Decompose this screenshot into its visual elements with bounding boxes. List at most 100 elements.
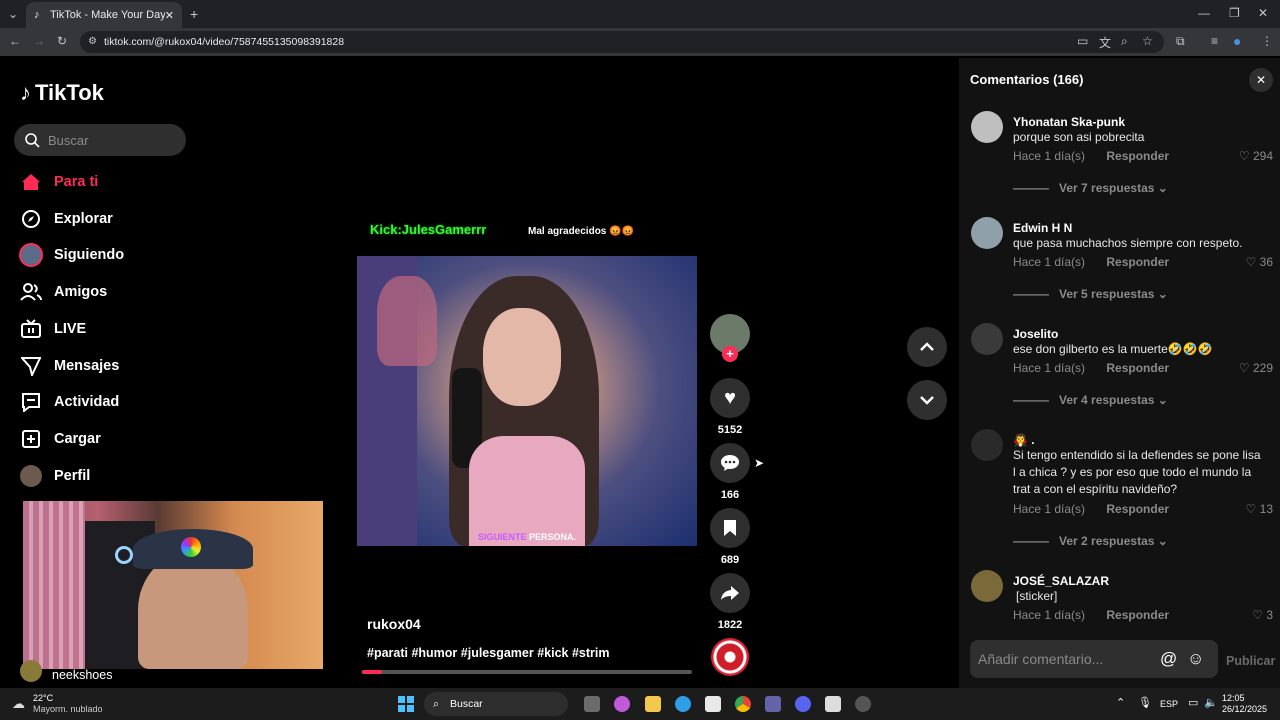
forward-icon[interactable]: → xyxy=(33,34,45,48)
view-replies-button[interactable]: ——— Ver 7 respuestas ⌄ xyxy=(1013,181,1168,195)
commenter-name[interactable]: Edwin H N xyxy=(1013,221,1072,235)
site-info-icon[interactable]: ⚙ xyxy=(88,31,97,53)
taskbar-search[interactable]: ⌕ Buscar xyxy=(424,692,568,716)
browser-menu-icon[interactable]: ⋮ xyxy=(1261,34,1273,48)
video-progress-bar[interactable] xyxy=(362,670,692,674)
follow-plus-icon[interactable]: + xyxy=(722,346,738,362)
comment-time: Hace 1 día(s) xyxy=(1013,149,1086,163)
copilot-icon[interactable] xyxy=(614,696,630,712)
reply-button[interactable]: Responder xyxy=(1106,149,1169,163)
microphone-icon[interactable]: 🎙 xyxy=(1138,696,1152,709)
next-video-button[interactable] xyxy=(907,380,947,420)
tiktok-logo[interactable]: ♪ TikTok xyxy=(20,80,104,106)
view-replies-button[interactable]: ——— Ver 4 respuestas ⌄ xyxy=(1013,393,1168,407)
translate-icon[interactable]: 文 xyxy=(1099,34,1111,51)
tray-chevron-icon[interactable]: ⌃ xyxy=(1116,696,1125,709)
back-icon[interactable]: ← xyxy=(9,34,21,48)
extensions-icon[interactable]: ⧉ xyxy=(1176,34,1185,49)
music-disc-icon[interactable] xyxy=(711,638,749,676)
comment-like-button[interactable]: ♡ 36 xyxy=(1246,255,1273,269)
restore-icon[interactable]: ❐ xyxy=(1229,6,1240,20)
teams-icon[interactable] xyxy=(765,696,781,712)
comment-button[interactable]: 166 xyxy=(710,443,750,501)
like-button[interactable]: ♥ 5152 xyxy=(710,378,750,436)
bottom-user-avatar[interactable] xyxy=(20,660,42,682)
clock-time[interactable]: 12:05 xyxy=(1222,693,1245,703)
minimize-icon[interactable]: — xyxy=(1198,6,1210,20)
reply-button[interactable]: Responder xyxy=(1106,502,1169,516)
file-explorer-icon[interactable] xyxy=(645,696,661,712)
nav-para-ti[interactable]: Para ti xyxy=(18,171,98,193)
tab-close-icon[interactable]: ✕ xyxy=(165,9,174,22)
discord-icon[interactable] xyxy=(795,696,811,712)
url-field[interactable]: ⚙ tiktok.com/@rukox04/video/758745513509… xyxy=(80,31,1164,53)
commenter-avatar[interactable] xyxy=(971,429,1003,461)
commenter-name[interactable]: JOSÉ_SALAZAR xyxy=(1013,574,1109,588)
edge-icon[interactable] xyxy=(675,696,691,712)
video-player[interactable]: SIGUIENTE PERSONA. xyxy=(357,256,697,546)
task-view-icon[interactable] xyxy=(584,696,600,712)
close-comments-button[interactable]: ✕ xyxy=(1249,68,1273,92)
save-button[interactable]: 689 xyxy=(710,508,750,566)
creator-avatar-button[interactable]: + xyxy=(710,314,750,362)
browser-tab[interactable]: ♪ TikTok - Make Your Day ✕ xyxy=(26,2,182,28)
comment-like-button[interactable]: ♡ 13 xyxy=(1246,502,1273,516)
comment-input[interactable]: Añadir comentario... @ ☺ xyxy=(970,640,1218,678)
previous-video-button[interactable] xyxy=(907,327,947,367)
nav-explorar[interactable]: Explorar xyxy=(18,208,113,230)
commenter-name[interactable]: Yhonatan Ska-punk xyxy=(1013,115,1125,129)
store-icon[interactable] xyxy=(705,696,721,712)
view-replies-button[interactable]: ——— Ver 2 respuestas ⌄ xyxy=(1013,534,1168,548)
reply-button[interactable]: Responder xyxy=(1106,608,1169,622)
reload-icon[interactable]: ↻ xyxy=(57,34,67,48)
cast-icon[interactable]: ▭ xyxy=(1077,34,1088,48)
commenter-avatar[interactable] xyxy=(971,323,1003,355)
weather-icon[interactable]: ☁ xyxy=(12,696,25,712)
nav-live[interactable]: LIVE xyxy=(18,318,86,340)
publish-button[interactable]: Publicar xyxy=(1226,654,1275,668)
language-indicator[interactable]: ESP xyxy=(1160,699,1178,709)
nav-mensajes[interactable]: Mensajes xyxy=(18,355,119,377)
weather-desc[interactable]: Mayorm. nublado xyxy=(33,704,103,714)
commenter-avatar[interactable] xyxy=(971,217,1003,249)
capcut-icon[interactable] xyxy=(825,696,841,712)
clock-date[interactable]: 26/12/2025 xyxy=(1222,704,1267,714)
commenter-avatar[interactable] xyxy=(971,111,1003,143)
nav-siguiendo[interactable]: Siguiendo xyxy=(18,243,124,267)
bookmark-star-icon[interactable]: ☆ xyxy=(1142,34,1153,48)
volume-icon[interactable]: 🔈 xyxy=(1204,696,1218,709)
comment-like-button[interactable]: ♡ 3 xyxy=(1252,608,1273,622)
profile-icon[interactable]: ● xyxy=(1233,33,1241,49)
reading-list-icon[interactable]: ≡ xyxy=(1211,34,1218,48)
mention-icon[interactable]: @ xyxy=(1160,640,1177,678)
new-tab-icon[interactable]: + xyxy=(190,6,198,22)
nav-cargar[interactable]: Cargar xyxy=(18,428,101,450)
nav-amigos[interactable]: Amigos xyxy=(18,281,107,303)
commenter-name[interactable]: 🧛 . xyxy=(1013,433,1035,447)
video-author[interactable]: rukox04 xyxy=(367,616,421,632)
view-replies-button[interactable]: ——— Ver 5 respuestas ⌄ xyxy=(1013,287,1168,301)
comment-like-count: 13 xyxy=(1259,502,1273,516)
bottom-user-name[interactable]: neekshoes xyxy=(52,668,112,682)
comment-like-button[interactable]: ♡ 294 xyxy=(1239,149,1273,163)
weather-temp[interactable]: 22°C xyxy=(33,693,53,703)
reply-button[interactable]: Responder xyxy=(1106,255,1169,269)
tab-list-chevron-icon[interactable]: ⌄ xyxy=(8,7,18,21)
commenter-name[interactable]: Joselito xyxy=(1013,327,1058,341)
network-icon[interactable]: ▭ xyxy=(1188,696,1198,709)
nav-actividad[interactable]: Actividad xyxy=(18,391,119,413)
comment-text: ese don gilberto es la muerte🤣🤣🤣 xyxy=(1013,342,1213,356)
start-button[interactable] xyxy=(398,696,414,712)
video-hashtags[interactable]: #parati #humor #julesgamer #kick #strim xyxy=(367,646,609,660)
chrome-icon[interactable] xyxy=(735,696,751,712)
commenter-avatar[interactable] xyxy=(971,570,1003,602)
emoji-icon[interactable]: ☺ xyxy=(1187,640,1204,678)
nav-perfil[interactable]: Perfil xyxy=(18,465,90,487)
search-input[interactable]: Buscar xyxy=(14,124,186,156)
reply-button[interactable]: Responder xyxy=(1106,361,1169,375)
comment-like-button[interactable]: ♡ 229 xyxy=(1239,361,1273,375)
app-icon[interactable] xyxy=(855,696,871,712)
window-close-icon[interactable]: ✕ xyxy=(1258,6,1268,20)
share-button[interactable]: 1822 xyxy=(710,573,750,631)
zoom-icon[interactable]: ⌕ xyxy=(1121,34,1128,49)
